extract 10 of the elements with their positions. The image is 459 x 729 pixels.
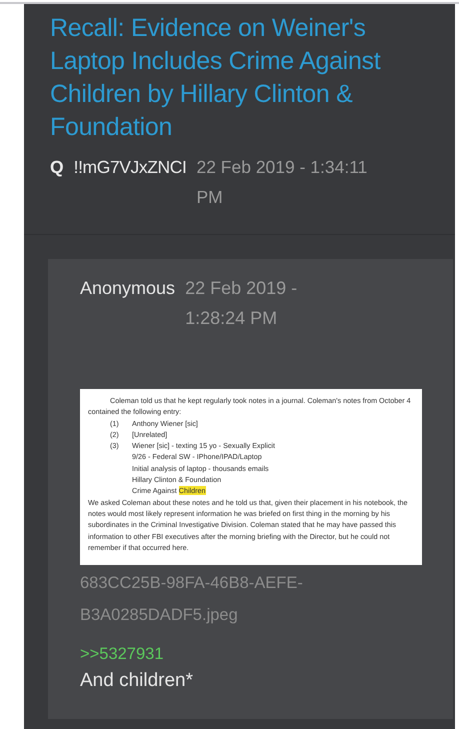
quote-link[interactable]: >>5327931: [80, 645, 164, 664]
file-name[interactable]: 683CC25B-98FA-46B8-AEFE-B3A0285DADF5.jpeg: [80, 567, 330, 631]
tripcode: !!mG7VJxZNCI: [74, 156, 186, 179]
document-image[interactable]: [80, 389, 422, 565]
reply-message: And children*: [80, 670, 194, 692]
reply-date: 22 Feb 2019 - 1:28:24 PM: [185, 277, 298, 330]
reply-author: Anonymous: [80, 277, 176, 300]
author-name: Q: [50, 156, 64, 179]
post-date: 22 Feb 2019 - 1:34:11 PM: [196, 156, 368, 209]
post-title: Recall: Evidence on Weiner's Laptop Includes Crime Against Children by Hillary Clinton & Foundation: [49, 13, 382, 143]
